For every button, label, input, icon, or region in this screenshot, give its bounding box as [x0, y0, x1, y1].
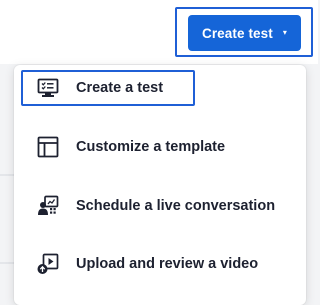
menu-item-schedule-live-conversation[interactable]: Schedule a live conversation [14, 183, 306, 229]
caret-down-icon: ▾ [282, 28, 287, 37]
test-list-icon [37, 77, 59, 99]
menu-item-label: Create a test [76, 80, 164, 96]
menu-item-customize-a-template[interactable]: Customize a template [14, 124, 306, 170]
menu-item-create-a-test[interactable]: Create a test [14, 65, 306, 111]
menu-item-label: Customize a template [76, 139, 226, 155]
create-dropdown-menu: Create a test Customize a template Sched… [14, 65, 306, 305]
create-test-button-label: Create test [201, 25, 273, 41]
menu-item-upload-review-video[interactable]: Upload and review a video [14, 241, 306, 287]
menu-item-label: Upload and review a video [76, 256, 259, 272]
template-layout-icon [37, 136, 59, 158]
menu-item-label: Schedule a live conversation [76, 198, 276, 214]
upload-video-icon [37, 253, 59, 275]
live-conversation-icon [37, 195, 59, 217]
create-test-button[interactable]: Create test ▾ [188, 15, 301, 51]
